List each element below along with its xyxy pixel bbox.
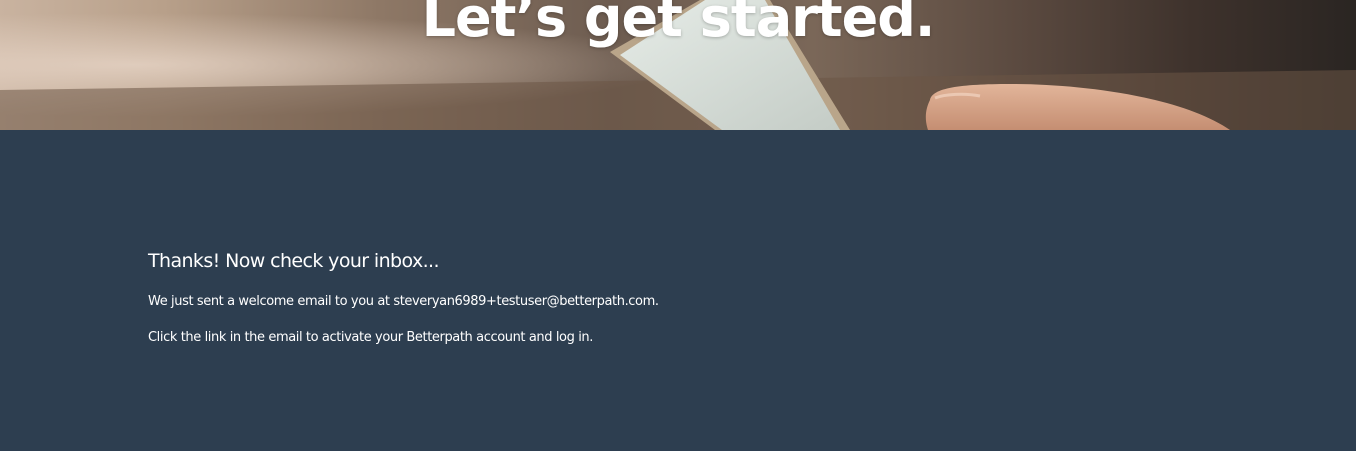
page-title: Let’s get started.	[421, 0, 936, 49]
activate-account-message: Click the link in the email to activate …	[148, 330, 593, 345]
email-sent-message: We just sent a welcome email to you at s…	[148, 294, 659, 309]
confirmation-heading: Thanks! Now check your inbox...	[148, 250, 440, 272]
hero-banner: Let’s get started.	[0, 0, 1356, 130]
confirmation-panel: Thanks! Now check your inbox... We just …	[0, 130, 1356, 451]
